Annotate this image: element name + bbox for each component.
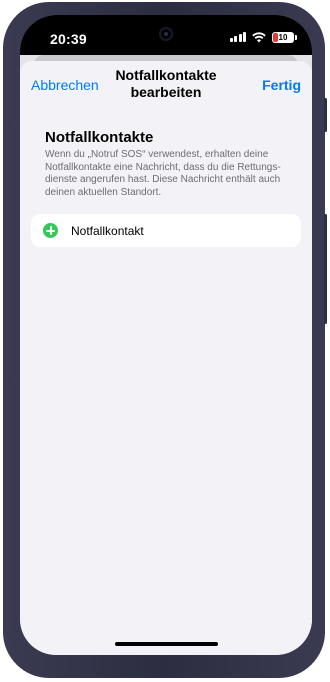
add-circle-icon — [43, 223, 58, 238]
edit-sheet: Abbrechen Notfallkontakte bearbeiten Fer… — [20, 61, 312, 655]
screen: 20:39 10 Abbrechen Notfallkontakte bearb… — [20, 15, 312, 655]
cancel-button[interactable]: Abbrechen — [31, 77, 99, 93]
wifi-icon — [252, 31, 266, 42]
nav-title-line1: Notfallkontakte — [115, 67, 217, 83]
section-heading: Notfallkontakte — [45, 129, 154, 146]
status-bar: 20:39 10 — [20, 15, 312, 55]
add-emergency-contact-button[interactable]: Notfallkontakt — [31, 214, 301, 247]
nav-bar: Abbrechen Notfallkontakte bearbeiten Fer… — [20, 61, 312, 111]
section-description: Wenn du „Notruf SOS“ verwendest, erhalte… — [45, 149, 281, 198]
battery-icon: 10 — [272, 31, 297, 43]
battery-percent: 10 — [278, 32, 288, 42]
status-icons: 10 — [229, 31, 297, 43]
power-button — [324, 214, 327, 324]
nav-title-line2: bearbeiten — [130, 84, 202, 100]
phone-frame: 20:39 10 Abbrechen Notfallkontakte bearb… — [3, 2, 327, 678]
nav-title: Notfallkontakte bearbeiten — [100, 67, 232, 101]
volume-button — [324, 98, 327, 132]
add-emergency-contact-label: Notfallkontakt — [71, 223, 144, 238]
done-button[interactable]: Fertig — [262, 77, 301, 93]
home-indicator[interactable] — [115, 642, 218, 646]
status-time: 20:39 — [50, 31, 87, 47]
cellular-signal-icon — [229, 32, 246, 42]
battery-level — [273, 32, 278, 42]
front-camera — [159, 27, 173, 41]
